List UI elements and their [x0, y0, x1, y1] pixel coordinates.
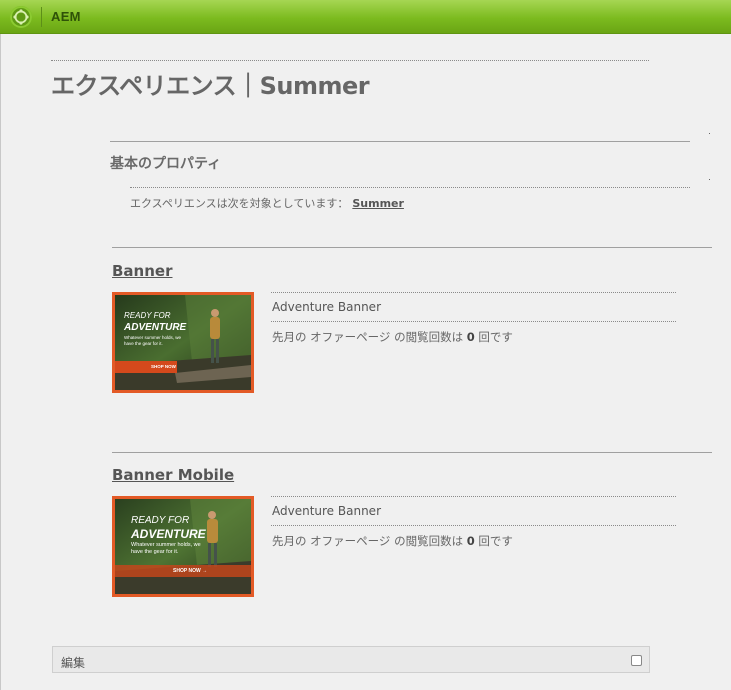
offer-stat-suffix: 回です: [478, 330, 513, 344]
banner-text-line4: have the gear for it.: [131, 549, 179, 555]
banner-text-line3: Whatever summer holds, we: [131, 542, 201, 548]
decorative-dot: [709, 133, 710, 134]
edit-label[interactable]: 編集: [61, 654, 85, 671]
decorative-dot: [709, 179, 710, 180]
section-title-properties: 基本のプロパティ: [110, 156, 222, 172]
banner-text-line4: have the gear for it.: [124, 341, 163, 346]
page-title: エクスペリエンス｜Summer: [51, 72, 370, 100]
edit-bar: 編集: [52, 646, 650, 673]
aem-logo-icon[interactable]: [10, 6, 32, 28]
banner-text-line2: ADVENTURE: [124, 322, 187, 333]
section-divider: [110, 141, 690, 142]
target-text: エクスペリエンスは次を対象としています：: [130, 197, 349, 210]
offer-divider: [112, 247, 712, 248]
offer-view-count: 0: [466, 534, 475, 548]
edit-toggle-checkbox[interactable]: [631, 655, 642, 666]
offer-divider: [112, 452, 712, 453]
banner-text-line1: READY FOR: [124, 311, 171, 320]
offer-stat-suffix: 回です: [478, 534, 513, 548]
offer-title-link[interactable]: Banner: [112, 262, 172, 280]
offer-info-divider: [271, 525, 676, 526]
offer-stat: 先月の オファーページ の閲覧回数は 0 回です: [272, 533, 513, 549]
target-line: エクスペリエンスは次を対象としています： Summer: [130, 195, 404, 211]
offer-stat-prefix: 先月の オファーページ の閲覧回数は: [272, 534, 464, 548]
banner-text-line2: ADVENTURE: [131, 527, 206, 541]
left-border: [0, 34, 1, 690]
topbar-divider: [41, 7, 42, 27]
top-bar: AEM: [0, 0, 731, 34]
offer-name: Adventure Banner: [272, 300, 381, 314]
banner-shop-button: SHOP NOW: [151, 364, 176, 369]
banner-shop-button: SHOP NOW →: [173, 568, 208, 574]
offer-stat-prefix: 先月の オファーページ の閲覧回数は: [272, 330, 464, 344]
app-title[interactable]: AEM: [51, 9, 81, 24]
offer-info-divider: [271, 496, 676, 497]
offer-info-divider: [271, 321, 676, 322]
offer-name: Adventure Banner: [272, 504, 381, 518]
properties-divider: [130, 187, 690, 188]
banner-text-line3: Whatever summer holds, we: [124, 335, 182, 340]
offer-thumbnail[interactable]: READY FOR ADVENTURE Whatever summer hold…: [112, 292, 254, 393]
target-link[interactable]: Summer: [352, 197, 404, 210]
offer-info-divider: [271, 292, 676, 293]
offer-view-count: 0: [466, 330, 475, 344]
offer-stat: 先月の オファーページ の閲覧回数は 0 回です: [272, 329, 513, 345]
title-divider: [51, 60, 649, 61]
offer-title-link[interactable]: Banner Mobile: [112, 466, 234, 484]
offer-thumbnail[interactable]: READY FOR ADVENTURE Whatever summer hold…: [112, 496, 254, 597]
banner-text-line1: READY FOR: [131, 515, 190, 526]
